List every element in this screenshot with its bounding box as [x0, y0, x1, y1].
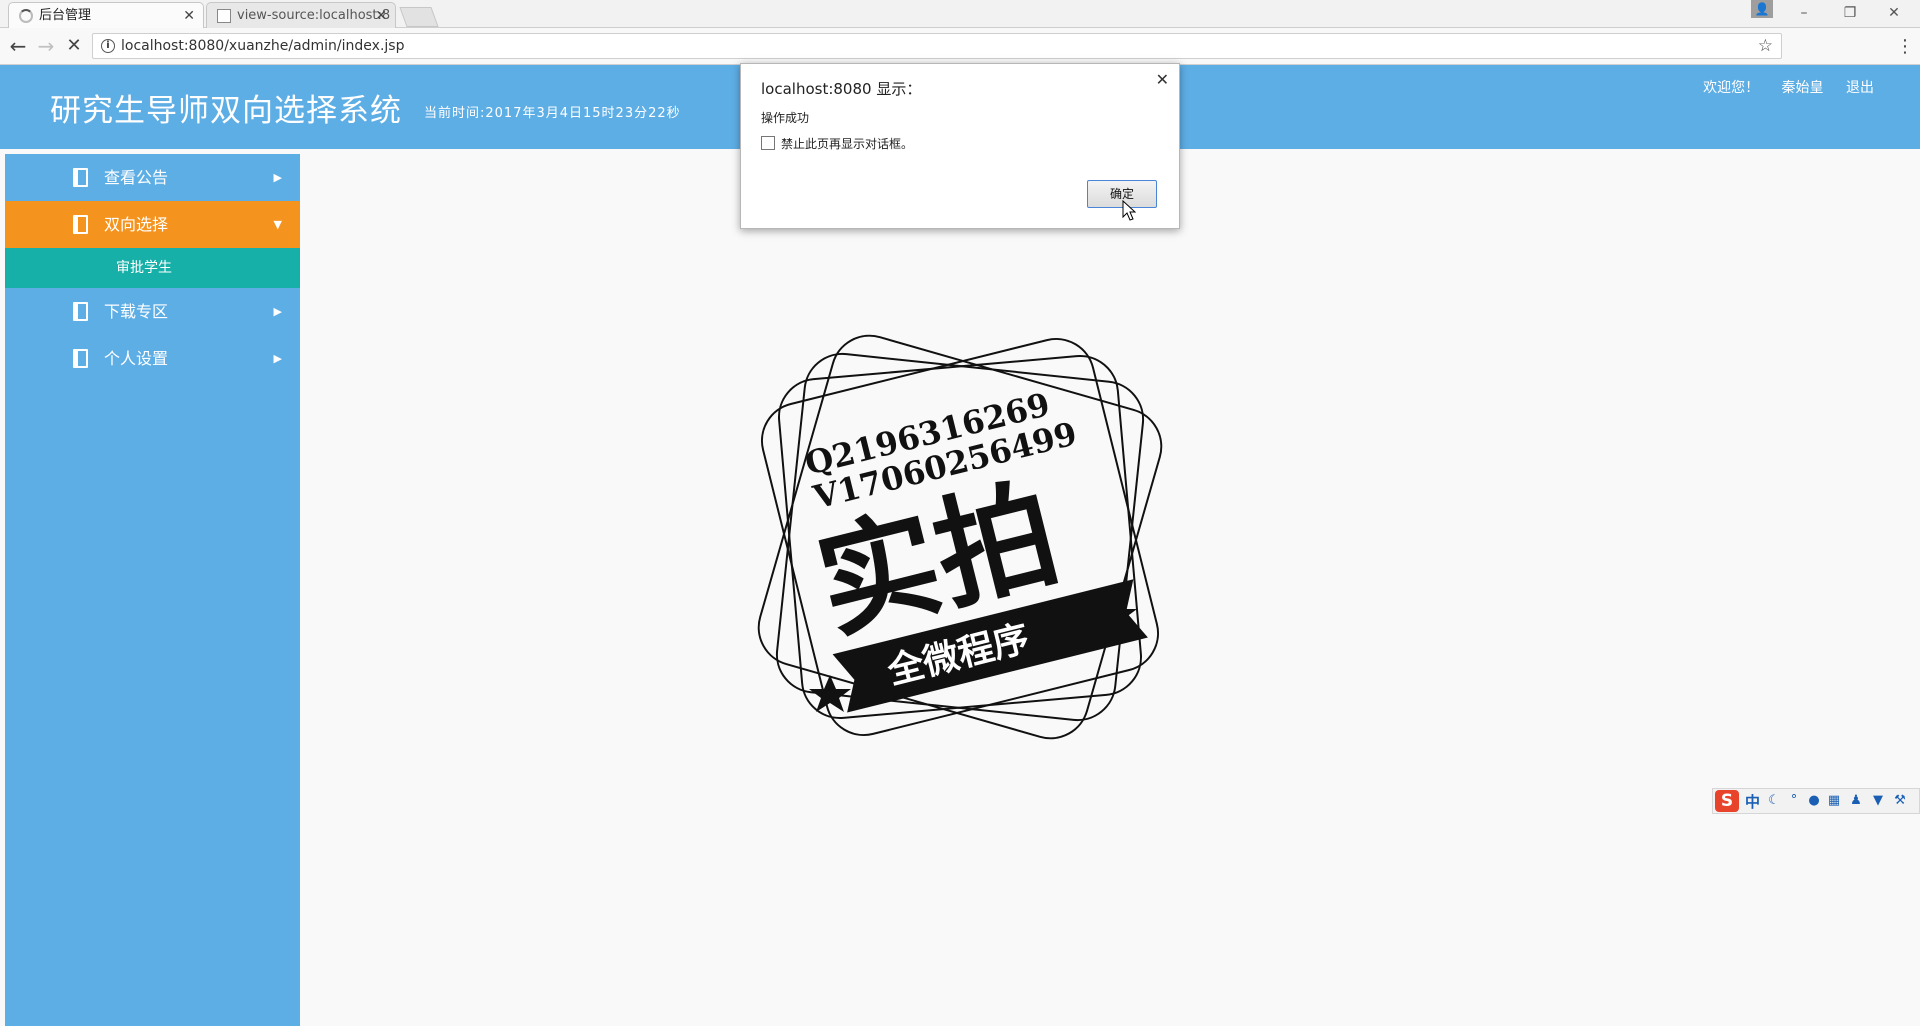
- caret-down-icon: ▼: [273, 218, 282, 231]
- caret-right-icon: ▶: [273, 305, 282, 318]
- welcome-text: 欢迎您！: [1703, 80, 1760, 96]
- ime-toolbar: S 中 ☾ ° ● ▦ ♟ ▼ ⚒: [1712, 788, 1920, 814]
- user-name-link[interactable]: 秦始皇: [1782, 80, 1824, 96]
- back-icon[interactable]: ←: [6, 34, 30, 58]
- dialog-title: localhost:8080 显示：: [761, 80, 922, 98]
- forward-icon[interactable]: →: [34, 34, 58, 58]
- book-icon: [73, 168, 88, 187]
- punctuation-icon[interactable]: °: [1787, 793, 1801, 809]
- browser-toolbar: ← → ✕ i localhost:8080/xuanzhe/admin/ind…: [0, 28, 1920, 65]
- tab-admin[interactable]: 后台管理 ✕: [8, 2, 204, 28]
- logout-link[interactable]: 退出: [1846, 80, 1874, 96]
- tab-view-source[interactable]: view-source:localhost:8 ✕: [206, 2, 396, 28]
- close-icon[interactable]: ✕: [183, 3, 195, 28]
- user-icon[interactable]: ♟: [1849, 793, 1863, 809]
- address-bar[interactable]: i localhost:8080/xuanzhe/admin/index.jsp…: [92, 33, 1782, 59]
- url-text: localhost:8080/xuanzhe/admin/index.jsp: [121, 38, 405, 54]
- bookmark-star-icon[interactable]: ☆: [1758, 34, 1773, 58]
- caret-right-icon: ▶: [273, 352, 282, 365]
- keyboard-icon[interactable]: ▦: [1827, 793, 1841, 809]
- new-tab-button[interactable]: [399, 7, 439, 27]
- header-links: 欢迎您！ 秦始皇 退出: [1685, 77, 1874, 97]
- book-icon: [73, 215, 88, 234]
- page-icon: [217, 9, 231, 23]
- sidebar-item-downloads[interactable]: 下载专区 ▶: [5, 288, 300, 335]
- current-time: 当前时间:2017年3月4日15时23分22秒: [424, 106, 681, 121]
- checkbox-box[interactable]: [761, 136, 775, 150]
- tab-title: 后台管理: [39, 8, 92, 23]
- close-icon[interactable]: ✕: [375, 3, 387, 28]
- book-icon: [73, 302, 88, 321]
- info-icon[interactable]: i: [101, 39, 115, 53]
- watermark-logo: Q2196316269 V17060256499 实拍 全微程序: [757, 334, 1163, 740]
- caret-right-icon: ▶: [273, 171, 282, 184]
- sogou-logo-icon[interactable]: S: [1715, 790, 1739, 812]
- sidebar-item-label: 个人设置: [104, 349, 169, 368]
- sidebar-item-label: 查看公告: [104, 168, 169, 187]
- sidebar-subitem-approve-students[interactable]: 审批学生: [5, 248, 300, 288]
- window-close-icon[interactable]: ✕: [1874, 0, 1914, 28]
- stop-icon[interactable]: ✕: [62, 34, 86, 58]
- sidebar-item-personal-settings[interactable]: 个人设置 ▶: [5, 335, 300, 382]
- sidebar-item-two-way-selection[interactable]: 双向选择 ▼: [5, 201, 300, 248]
- browser-tab-strip: 后台管理 ✕ view-source:localhost:8 ✕ 👤 – ❐ ✕: [0, 0, 1920, 28]
- ime-mode-toggle[interactable]: 中: [1745, 791, 1760, 812]
- alert-dialog: localhost:8080 显示： ✕ 操作成功 禁止此页再显示对话框。 确定: [740, 63, 1180, 229]
- loading-spinner-icon: [19, 9, 33, 23]
- profile-icon[interactable]: 👤: [1751, 0, 1773, 18]
- minimize-icon[interactable]: –: [1784, 0, 1824, 28]
- close-icon[interactable]: ✕: [1156, 70, 1169, 89]
- restore-icon[interactable]: ❐: [1830, 0, 1870, 28]
- browser-menu-icon[interactable]: ⋮: [1896, 36, 1914, 57]
- moon-icon[interactable]: ☾: [1767, 793, 1781, 809]
- page-title: 研究生导师双向选择系统: [50, 93, 402, 129]
- dialog-message: 操作成功: [761, 111, 810, 125]
- sidebar: 查看公告 ▶ 双向选择 ▼ 审批学生 下载专区 ▶ 个人设置 ▶: [5, 154, 300, 1026]
- checkbox-label: 禁止此页再显示对话框。: [781, 137, 914, 151]
- suppress-dialogs-checkbox[interactable]: 禁止此页再显示对话框。: [761, 135, 913, 152]
- microphone-icon[interactable]: ●: [1807, 793, 1821, 809]
- skin-icon[interactable]: ▼: [1871, 793, 1885, 809]
- settings-wrench-icon[interactable]: ⚒: [1893, 793, 1907, 809]
- sidebar-item-label: 下载专区: [104, 302, 169, 321]
- sidebar-item-announcements[interactable]: 查看公告 ▶: [5, 154, 300, 201]
- mouse-cursor-icon: [1122, 200, 1136, 221]
- tab-title: view-source:localhost:8: [237, 8, 391, 23]
- book-icon: [73, 349, 88, 368]
- sidebar-item-label: 双向选择: [104, 215, 169, 234]
